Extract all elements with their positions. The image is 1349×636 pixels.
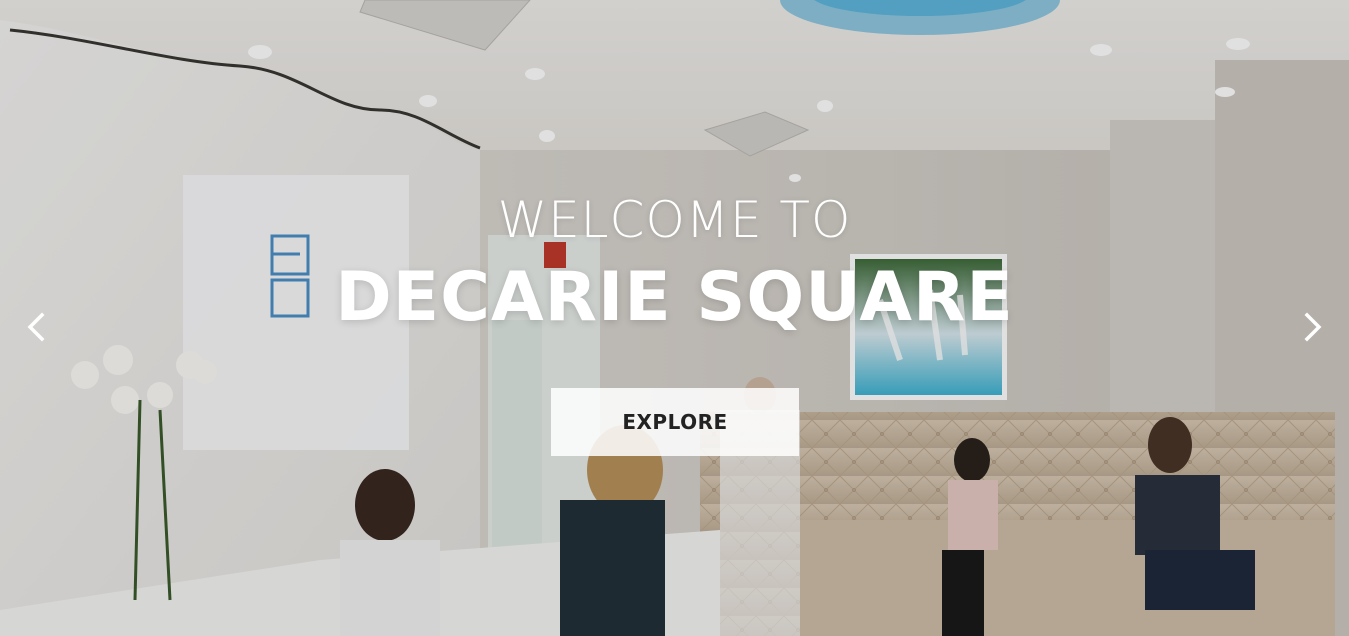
welcome-heading: WELCOME TO	[497, 191, 852, 249]
chevron-left-icon	[27, 312, 45, 342]
prev-slide-button[interactable]	[18, 308, 54, 346]
explore-button[interactable]: EXPLORE	[551, 388, 799, 456]
hero-title: DECARIE SQUARE	[335, 258, 1014, 337]
hero-slider: WELCOME TO DECARIE SQUARE EXPLORE	[0, 0, 1349, 636]
next-slide-button[interactable]	[1295, 308, 1331, 346]
chevron-right-icon	[1304, 312, 1322, 342]
